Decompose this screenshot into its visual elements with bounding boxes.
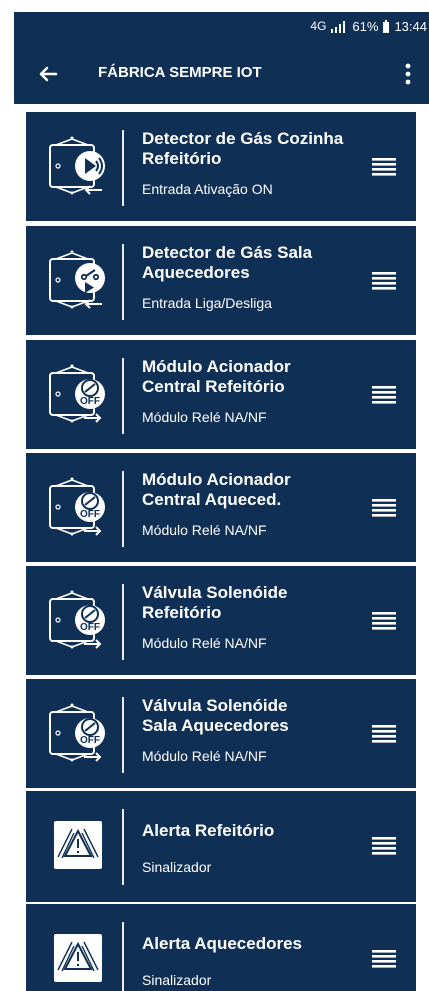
card-divider: [122, 358, 124, 434]
device-title: Válvula Solenóide Refeitório: [142, 583, 288, 622]
battery-percent: 61%: [352, 19, 379, 34]
hamburger-menu-icon[interactable]: [372, 725, 396, 743]
hamburger-menu-icon[interactable]: [372, 612, 396, 630]
device-subtitle: Sinalizador: [142, 972, 212, 988]
relay-off-output-icon: OFF: [49, 590, 105, 649]
device-subtitle: Módulo Relé NA/NF: [142, 522, 267, 538]
device-list: Detector de Gás Cozinha Refeitório Entra…: [14, 104, 429, 991]
svg-text:OFF: OFF: [80, 735, 100, 746]
device-title: Módulo Acionador Central Refeitório: [142, 357, 291, 396]
vertical-dots-icon[interactable]: [399, 60, 417, 88]
device-title: Módulo Acionador Central Aqueced.: [142, 470, 291, 509]
arrow-left-icon[interactable]: [34, 60, 62, 88]
device-subtitle: Módulo Relé NA/NF: [142, 635, 267, 651]
device-card-alert-heaters[interactable]: Alerta Aquecedores Sinalizador: [26, 904, 416, 991]
svg-text:OFF: OFF: [80, 622, 100, 633]
device-subtitle: Entrada Liga/Desliga: [142, 295, 272, 311]
device-card-solenoid-heaters-room[interactable]: OFF Válvula Solenóide Sala Aquecedores M…: [26, 679, 416, 788]
page-title: FÁBRICA SEMPRE IOT: [98, 64, 262, 81]
signal-icon: [331, 20, 346, 33]
app-header: FÁBRICA SEMPRE IOT: [14, 42, 429, 104]
hamburger-menu-icon[interactable]: [372, 158, 396, 176]
device-subtitle: Sinalizador: [142, 859, 212, 875]
relay-off-output-icon: OFF: [49, 703, 105, 762]
device-card-gas-detector-kitchen[interactable]: Detector de Gás Cozinha Refeitório Entra…: [26, 112, 416, 221]
device-card-actuator-dining-room[interactable]: OFF Módulo Acionador Central Refeitório …: [26, 340, 416, 449]
clock-time: 13:44: [394, 19, 427, 34]
device-title: Alerta Refeitório: [142, 821, 275, 840]
network-label: 4G: [310, 18, 327, 33]
card-divider: [122, 130, 124, 206]
gas-detector-onoff-input-icon: [49, 250, 105, 309]
device-subtitle: Módulo Relé NA/NF: [142, 748, 267, 764]
device-title: Válvula Solenóide Sala Aquecedores: [142, 696, 289, 735]
status-bar: 4G 61% 13:44: [14, 12, 429, 42]
device-subtitle: Módulo Relé NA/NF: [142, 409, 267, 425]
device-subtitle: Entrada Ativação ON: [142, 181, 273, 197]
relay-off-output-icon: OFF: [49, 364, 105, 423]
svg-text:OFF: OFF: [80, 509, 100, 520]
alert-warning-icon: [54, 821, 102, 869]
alert-warning-icon: [54, 934, 102, 982]
hamburger-menu-icon[interactable]: [372, 386, 396, 404]
device-card-actuator-heaters[interactable]: OFF Módulo Acionador Central Aqueced. Mó…: [26, 453, 416, 562]
device-card-alert-dining-room[interactable]: Alerta Refeitório Sinalizador: [26, 791, 416, 902]
card-divider: [122, 809, 124, 885]
hamburger-menu-icon[interactable]: [372, 272, 396, 290]
card-divider: [122, 697, 124, 773]
device-title: Detector de Gás Sala Aquecedores: [142, 243, 313, 282]
device-card-gas-detector-heater-room[interactable]: Detector de Gás Sala Aquecedores Entrada…: [26, 226, 416, 335]
device-card-solenoid-dining-room[interactable]: OFF Válvula Solenóide Refeitório Módulo …: [26, 566, 416, 675]
relay-off-output-icon: OFF: [49, 477, 105, 536]
card-divider: [122, 584, 124, 660]
card-divider: [122, 471, 124, 547]
card-divider: [122, 244, 124, 320]
hamburger-menu-icon[interactable]: [372, 837, 396, 855]
device-title: Alerta Aquecedores: [142, 934, 302, 953]
hamburger-menu-icon[interactable]: [372, 950, 396, 968]
device-title: Detector de Gás Cozinha Refeitório: [142, 129, 344, 168]
battery-icon: [383, 19, 390, 33]
status-right-area: 4G 61% 13:44: [310, 18, 427, 35]
card-divider: [122, 922, 124, 991]
gas-detector-input-on-icon: [49, 136, 105, 195]
svg-text:OFF: OFF: [80, 396, 100, 407]
hamburger-menu-icon[interactable]: [372, 499, 396, 517]
